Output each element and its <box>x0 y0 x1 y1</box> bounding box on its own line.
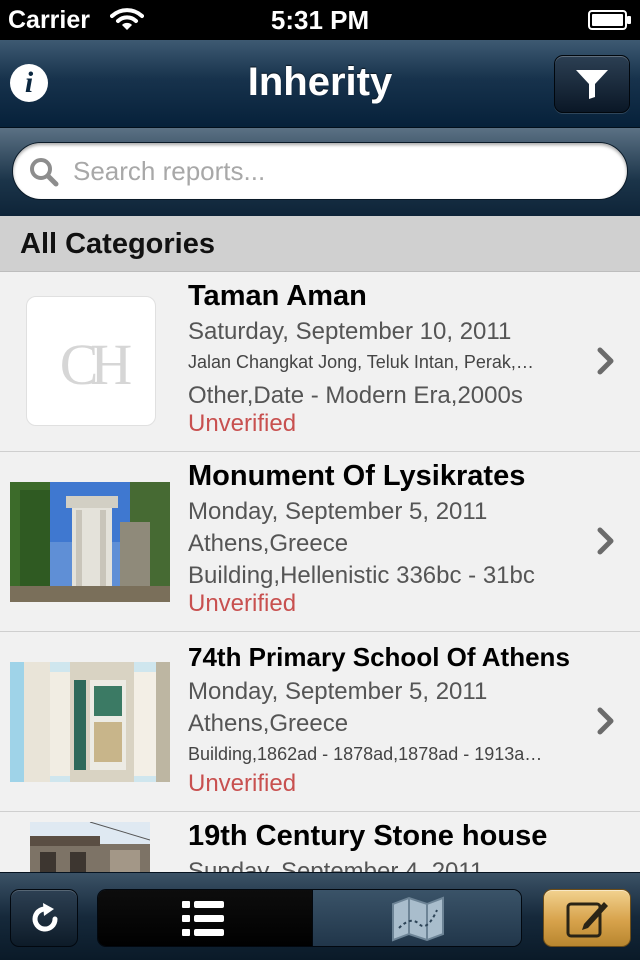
page-title: Inherity <box>247 60 393 104</box>
report-categories: Building,1862ad - 1878ad,1878ad - 1913a… <box>188 744 543 764</box>
bottom-toolbar <box>0 872 640 960</box>
house-photo <box>30 822 150 872</box>
view-mode-control <box>97 889 522 947</box>
status-badge: Unverified <box>188 590 297 617</box>
report-title: Taman Aman <box>188 280 367 312</box>
search-input[interactable] <box>73 151 593 191</box>
search-icon <box>30 158 59 187</box>
section-title: All Categories <box>20 228 215 260</box>
monument-photo <box>10 482 170 602</box>
refresh-button[interactable] <box>10 889 78 947</box>
report-row[interactable]: Monument Of Lysikrates Monday, September… <box>0 452 640 632</box>
list-icon <box>182 901 224 936</box>
section-header: All Categories <box>0 216 640 272</box>
report-thumbnail <box>30 822 150 872</box>
report-list[interactable]: CH Taman Aman Saturday, September 10, 20… <box>0 272 640 872</box>
chevron-right-icon <box>597 527 614 555</box>
map-view-segment[interactable] <box>312 890 521 946</box>
report-location: Jalan Changkat Jong, Teluk Intan, Perak,… <box>188 352 534 372</box>
report-categories: Other,Date - Modern Era,2000s <box>188 382 523 409</box>
search-bar <box>0 128 640 216</box>
report-title: 19th Century Stone house <box>188 820 548 852</box>
refresh-icon <box>32 903 58 932</box>
clock: 5:31 PM <box>270 5 370 35</box>
chevron-right-icon <box>597 707 614 735</box>
report-categories: Building,Hellenistic 336bc - 31bc <box>188 562 535 589</box>
report-title: Monument Of Lysikrates <box>188 460 526 492</box>
list-view-segment[interactable] <box>98 890 312 946</box>
report-location: Athens,Greece <box>188 710 349 737</box>
status-badge: Unverified <box>188 770 297 797</box>
report-row[interactable]: 74th Primary School Of Athens Monday, Se… <box>0 632 640 812</box>
search-field[interactable] <box>12 142 628 200</box>
filter-button[interactable] <box>554 55 630 113</box>
report-date: Saturday, September 10, 2011 <box>188 318 512 345</box>
report-row[interactable]: CH Taman Aman Saturday, September 10, 20… <box>0 272 640 452</box>
report-date: Monday, September 5, 2011 <box>188 498 488 525</box>
logo-placeholder: CH <box>59 332 133 397</box>
report-title: 74th Primary School Of Athens <box>188 642 570 672</box>
chevron-right-icon <box>597 347 614 375</box>
report-thumbnail <box>10 662 170 782</box>
report-thumbnail <box>10 482 170 602</box>
school-photo <box>10 662 170 782</box>
new-report-button[interactable] <box>543 889 631 947</box>
report-thumbnail: CH <box>26 296 156 426</box>
report-date: Monday, September 5, 2011 <box>188 678 488 705</box>
map-icon <box>392 896 444 942</box>
battery-icon <box>588 10 632 35</box>
report-location: Athens,Greece <box>188 530 349 557</box>
navigation-bar: i Inherity <box>0 40 640 128</box>
report-row[interactable]: 19th Century Stone house Sunday, Septemb… <box>0 812 640 872</box>
filter-icon <box>576 70 608 99</box>
status-bar: Carrier 5:31 PM <box>0 0 640 40</box>
report-date: Sunday, September 4, 2011 <box>188 858 484 872</box>
status-badge: Unverified <box>188 410 297 437</box>
compose-icon <box>566 902 608 938</box>
